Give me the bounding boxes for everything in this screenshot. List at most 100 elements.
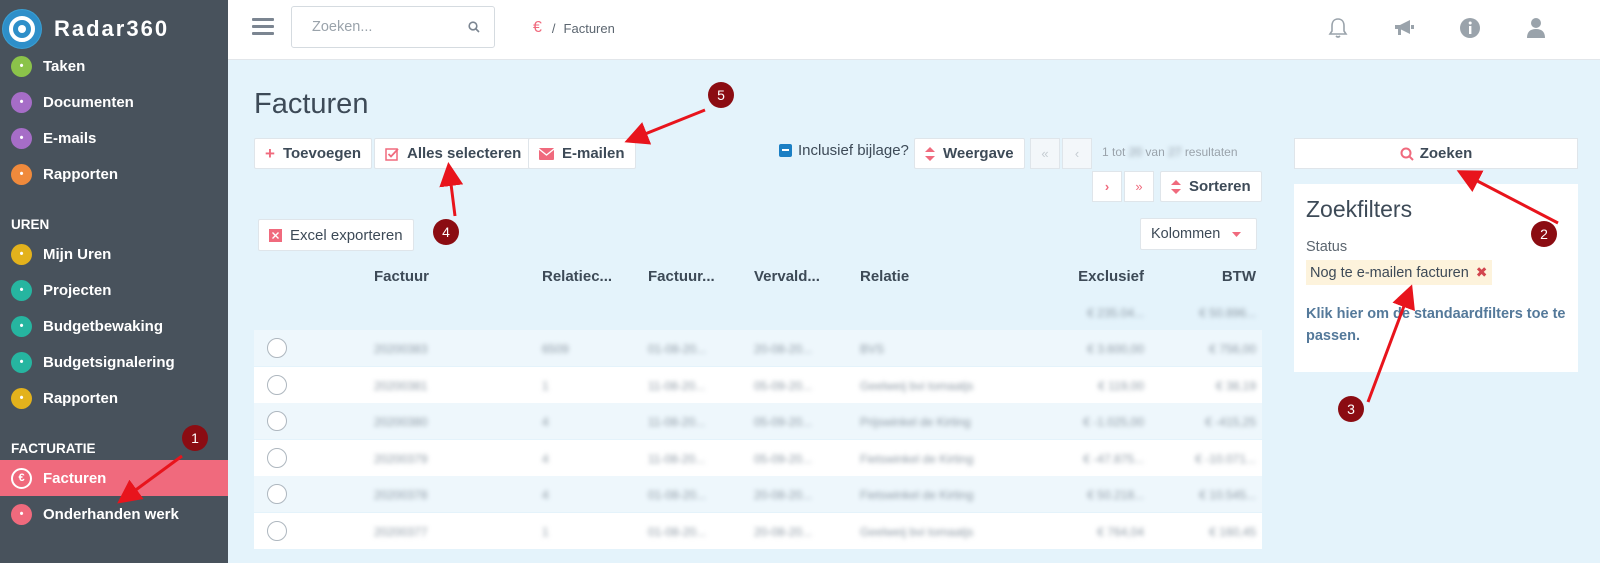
col-exclusief[interactable]: Exclusief [1078, 268, 1144, 285]
remove-filter-icon[interactable]: ✖ [1476, 264, 1488, 281]
bell-icon[interactable] [1326, 16, 1350, 40]
breadcrumb-current: Facturen [563, 20, 615, 36]
select-all-button[interactable]: Alles selecteren [374, 138, 533, 169]
table-row[interactable]: 20200381 1 11-08-20... 05-09-20... Geelweij … [254, 366, 1262, 403]
table-row[interactable]: 20200377 1 01-08-20... 20-08-20... Geelweij … [254, 512, 1262, 549]
cell-btw: € 38,19 [1215, 378, 1256, 393]
sidebar-item-mijn-uren[interactable]: • Mijn Uren [0, 236, 228, 272]
breadcrumb: € / Facturen [533, 19, 615, 37]
add-button[interactable]: + Toevoegen [254, 138, 373, 169]
cell-btw: € 10.545... [1199, 488, 1256, 502]
cell-factuur: 20200378 [374, 488, 428, 502]
cell-vervaldatum: 05-09-20... [754, 415, 813, 429]
global-search-input[interactable] [312, 19, 462, 35]
col-factuurdatum[interactable]: Factuur... [648, 268, 715, 285]
annotation-marker-2: 2 [1531, 221, 1557, 247]
reset-filters-link[interactable]: Klik hier om de standaardfilters toe te … [1306, 303, 1566, 347]
cell-exclusief: € 764,04 [1097, 524, 1144, 539]
sidebar-item-label: Taken [43, 57, 86, 75]
sidebar-item-documenten[interactable]: • Documenten [0, 84, 228, 120]
sidebar: Radar360 • Taken • Documenten • E-mails • Rappo… [0, 0, 228, 563]
annotation-marker-3: 3 [1338, 396, 1364, 422]
excel-export-button[interactable]: Excel exporteren [258, 219, 414, 251]
cell-relatiecode: 1 [542, 524, 549, 539]
row-select-radio[interactable] [267, 447, 287, 468]
search-icon [1400, 147, 1414, 161]
sidebar-item-label: Onderhanden werk [43, 505, 179, 523]
sidebar-item-label: Facturen [43, 469, 107, 487]
megaphone-icon[interactable] [1392, 16, 1416, 40]
totals-row: € 235.04... € 50.896... [254, 300, 1262, 330]
cell-btw: € 160,45 [1209, 524, 1256, 539]
row-select-radio[interactable] [267, 520, 287, 541]
envelope-icon [539, 147, 554, 160]
sidebar-item-label: Budgetbewaking [43, 317, 164, 335]
table-row[interactable]: 20200379 4 11-08-20... 05-09-20... Fietswink… [254, 439, 1262, 476]
email-button[interactable]: E-mailen [528, 138, 636, 169]
euro-icon: € [11, 467, 32, 489]
row-select-radio[interactable] [267, 411, 287, 431]
search-icon[interactable] [468, 21, 480, 33]
cell-relatie: Fietswinkel de Kirting [860, 488, 974, 502]
document-icon: • [11, 91, 32, 113]
rocket-icon: • [11, 279, 32, 301]
sidebar-item-rapporten[interactable]: • Rapporten [0, 380, 228, 416]
prev-page-button[interactable]: ‹ [1062, 138, 1092, 169]
page-title: Facturen [254, 88, 369, 120]
cell-btw: € -415,25 [1205, 415, 1256, 429]
sidebar-item-label: Rapporten [43, 165, 118, 183]
sidebar-item-e-mails[interactable]: • E-mails [0, 120, 228, 156]
euro-icon[interactable]: € [533, 19, 542, 37]
sidebar-item-onderhanden-werk[interactable]: • Onderhanden werk [0, 496, 228, 532]
columns-dropdown[interactable]: Kolommen [1140, 218, 1257, 250]
sidebar-item-projecten[interactable]: • Projecten [0, 272, 228, 308]
sidebar-item-label: Documenten [43, 93, 134, 111]
row-select-radio[interactable] [267, 338, 287, 358]
row-select-radio[interactable] [267, 484, 287, 504]
cell-btw: € 756,00 [1209, 342, 1256, 356]
table-row[interactable]: 20200383 6509 01-08-20... 20-08-20... BVS € 3… [254, 330, 1262, 366]
sidebar-item-budgetbewaking[interactable]: • Budgetbewaking [0, 308, 228, 344]
topbar: € / Facturen [228, 0, 1600, 60]
cell-relatiecode: 1 [542, 378, 549, 393]
col-relatie[interactable]: Relatie [860, 268, 909, 285]
include-attachment-checkbox[interactable]: Inclusief bijlage? [779, 142, 909, 159]
cell-factuurdatum: 01-08-20... [648, 524, 707, 539]
cell-factuurdatum: 01-08-20... [648, 488, 707, 502]
user-icon[interactable] [1524, 16, 1548, 40]
search-button[interactable]: Zoeken [1294, 138, 1578, 169]
sidebar-item-rapporten[interactable]: • Rapporten [0, 156, 228, 192]
sidebar-item-budgetsignalering[interactable]: • Budgetsignalering [0, 344, 228, 380]
sort-arrows-icon [1171, 179, 1181, 194]
cell-exclusief: € 119,00 [1098, 378, 1144, 393]
col-factuur[interactable]: Factuur [374, 268, 429, 285]
last-page-button[interactable]: » [1124, 171, 1154, 202]
cell-vervaldatum: 05-09-20... [754, 378, 813, 393]
table-row[interactable]: 20200378 4 01-08-20... 20-08-20... Fietswink… [254, 476, 1262, 512]
status-label: Status [1306, 239, 1348, 255]
annotation-marker-4: 4 [433, 219, 459, 245]
table-row[interactable]: 20200380 4 11-08-20... 05-09-20... Prijswink… [254, 403, 1262, 439]
sort-button[interactable]: Sorteren [1160, 171, 1262, 202]
sidebar-item-facturen[interactable]: € Facturen [0, 460, 228, 496]
col-btw[interactable]: BTW [1222, 268, 1256, 285]
col-relatiecode[interactable]: Relatiec... [542, 268, 612, 285]
next-page-button[interactable]: › [1092, 171, 1122, 202]
sidebar-item-label: Projecten [43, 281, 112, 299]
info-icon[interactable] [1458, 16, 1482, 40]
results-count: 1 tot 20 van 27 resultaten [1102, 145, 1238, 159]
cell-factuur: 20200377 [374, 524, 428, 539]
excel-icon [269, 228, 282, 242]
col-vervaldatum[interactable]: Vervald... [754, 268, 820, 285]
sidebar-item-label: Mijn Uren [43, 245, 112, 263]
menu-icon[interactable] [252, 18, 274, 38]
row-select-radio[interactable] [267, 374, 287, 395]
sidebar-item-taken[interactable]: • Taken [0, 48, 228, 84]
view-button[interactable]: Weergave [914, 138, 1025, 169]
sidebar-item-label: Rapporten [43, 389, 118, 407]
sort-arrows-icon [925, 146, 935, 161]
first-page-button[interactable]: « [1030, 138, 1060, 169]
total-exclusief: € 235.04... [1087, 306, 1144, 320]
annotation-marker-5: 5 [708, 82, 734, 108]
cell-exclusief: € -47.875... [1083, 451, 1144, 466]
